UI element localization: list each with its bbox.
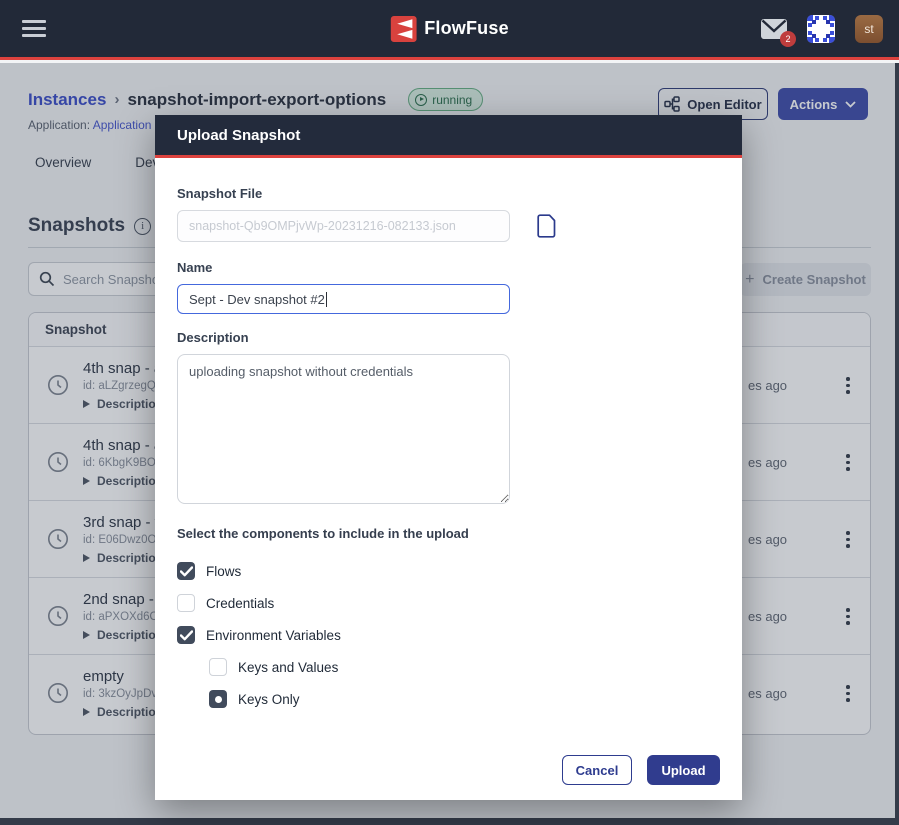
name-input[interactable]: Sept - Dev snapshot #2 bbox=[177, 284, 510, 314]
mail-badge-count: 2 bbox=[780, 31, 796, 47]
name-input-value: Sept - Dev snapshot #2 bbox=[189, 292, 325, 307]
option-label: Flows bbox=[206, 564, 241, 579]
window-edge-right bbox=[895, 63, 899, 825]
text-caret bbox=[326, 292, 327, 307]
option-label: Keys Only bbox=[238, 692, 300, 707]
components-options: Flows Credentials Environment Variables bbox=[177, 555, 720, 715]
option-keys-and-values[interactable]: Keys and Values bbox=[209, 651, 720, 683]
cancel-button[interactable]: Cancel bbox=[562, 755, 632, 785]
option-label: Environment Variables bbox=[206, 628, 341, 643]
name-label: Name bbox=[177, 260, 720, 276]
env-vars-checkbox-checked[interactable] bbox=[177, 626, 195, 644]
check-icon bbox=[180, 566, 193, 577]
snapshot-file-input: snapshot-Qb9OMPjvWp-20231216-082133.json bbox=[177, 210, 510, 242]
choose-file-button[interactable] bbox=[536, 214, 558, 238]
description-textarea[interactable]: uploading snapshot without credentials bbox=[177, 354, 510, 504]
option-environment-variables[interactable]: Environment Variables bbox=[177, 619, 720, 651]
description-label: Description bbox=[177, 330, 720, 346]
option-label: Credentials bbox=[206, 596, 274, 611]
keys-and-values-checkbox-unchecked[interactable] bbox=[209, 658, 227, 676]
brand-name: FlowFuse bbox=[424, 18, 509, 39]
top-navbar: FlowFuse 2 bbox=[0, 0, 899, 60]
upload-snapshot-modal: Upload Snapshot Snapshot File snapshot-Q… bbox=[155, 115, 742, 800]
option-flows[interactable]: Flows bbox=[177, 555, 720, 587]
upload-button[interactable]: Upload bbox=[647, 755, 720, 785]
app-window: FlowFuse 2 bbox=[0, 0, 899, 825]
window-edge-bottom bbox=[0, 818, 899, 825]
flows-checkbox-checked[interactable] bbox=[177, 562, 195, 580]
option-keys-only[interactable]: Keys Only bbox=[209, 683, 720, 715]
credentials-checkbox-unchecked[interactable] bbox=[177, 594, 195, 612]
team-avatar[interactable] bbox=[807, 15, 835, 43]
hamburger-menu-icon[interactable] bbox=[22, 20, 46, 37]
check-icon bbox=[180, 630, 193, 641]
user-avatar[interactable]: st bbox=[855, 15, 883, 43]
modal-header: Upload Snapshot bbox=[155, 115, 742, 158]
notifications-mail-icon[interactable]: 2 bbox=[761, 19, 787, 39]
modal-footer: Cancel Upload bbox=[177, 755, 720, 785]
file-icon bbox=[536, 214, 558, 238]
brand-logo: FlowFuse bbox=[390, 16, 509, 42]
option-credentials[interactable]: Credentials bbox=[177, 587, 720, 619]
snapshot-file-label: Snapshot File bbox=[177, 186, 720, 202]
keys-only-radio-selected[interactable] bbox=[209, 690, 227, 708]
option-label: Keys and Values bbox=[238, 660, 338, 675]
components-label: Select the components to include in the … bbox=[177, 526, 720, 541]
modal-title: Upload Snapshot bbox=[177, 127, 300, 144]
flowfuse-logo-icon bbox=[390, 16, 416, 42]
